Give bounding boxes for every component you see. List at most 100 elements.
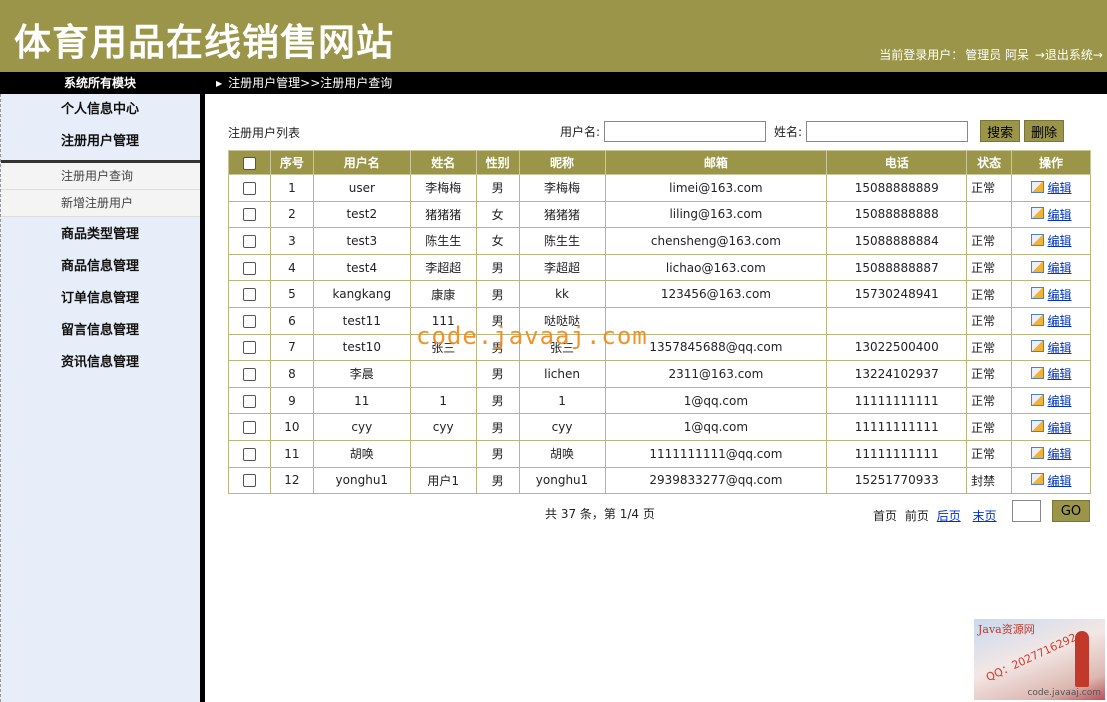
row-checkbox[interactable] [242,394,256,408]
edit-icon[interactable] [1030,207,1044,220]
row-select-cell[interactable] [228,439,271,468]
edit-link[interactable]: 编辑 [1048,367,1072,381]
edit-link[interactable]: 编辑 [1048,447,1072,461]
edit-icon[interactable] [1030,473,1044,486]
sidebar-item-user-management[interactable]: 注册用户管理 [1,126,200,158]
edit-link[interactable]: 编辑 [1048,288,1072,302]
edit-link[interactable]: 编辑 [1048,341,1072,355]
edit-icon[interactable] [1030,313,1044,326]
corner-watermark-title: Java资源网 [978,623,1035,636]
cell-name: 张三 [409,333,477,362]
pager-next-link[interactable]: 后页 [937,509,961,523]
edit-link[interactable]: 编辑 [1048,474,1072,488]
row-checkbox[interactable] [242,474,256,488]
row-select-cell[interactable] [228,360,271,388]
breadcrumb-text: 注册用户管理>>注册用户查询 [228,76,393,90]
edit-link[interactable]: 编辑 [1048,421,1072,435]
row-checkbox[interactable] [242,261,256,275]
cell-phone: 11111111111 [826,386,968,415]
table-row: 10 cyy cyy 男 cyy 1@qq.com 11111111111 正常 编辑 [228,413,1091,441]
row-select-cell[interactable] [228,413,271,441]
edit-icon[interactable] [1030,180,1044,193]
row-checkbox[interactable] [242,288,256,302]
cell-actions: 编辑 [1011,200,1091,229]
header-phone: 电话 [826,150,968,175]
sidebar-item-orders[interactable]: 订单信息管理 [1,283,200,315]
cell-gender: 男 [475,439,520,468]
username-label: 用户名: [560,124,601,139]
row-select-cell[interactable] [228,280,271,308]
sidebar-item-news[interactable]: 资讯信息管理 [1,347,200,379]
edit-icon[interactable] [1030,233,1044,246]
sidebar-subitem-add-user[interactable]: 新增注册用户 [1,190,200,217]
row-select-cell[interactable] [228,466,271,495]
cell-name [409,439,477,468]
sidebar-subitem-user-query[interactable]: 注册用户查询 [1,163,200,190]
cell-gender: 女 [475,227,520,255]
cell-phone: 15088888888 [826,200,968,229]
edit-link[interactable]: 编辑 [1048,314,1072,328]
table-row: 2 test2 猪猪猪女猪猪猪 liling@163.com 15088888888 编辑 [228,200,1091,229]
row-select-cell[interactable] [228,253,271,282]
name-search-input[interactable] [806,120,969,142]
row-checkbox[interactable] [242,447,256,461]
name-label: 姓名: [774,124,803,139]
row-select-cell[interactable] [228,200,271,229]
edit-icon[interactable] [1030,446,1044,459]
row-checkbox[interactable] [242,341,256,355]
cell-name: 1 [409,386,477,415]
edit-icon[interactable] [1030,340,1044,353]
row-select-cell[interactable] [228,333,271,362]
cell-name: 康康 [409,280,477,308]
row-checkbox[interactable] [242,181,256,195]
sidebar-item-messages[interactable]: 留言信息管理 [1,315,200,347]
cell-email: chensheng@163.com [604,227,828,255]
main-content: 注册用户列表 用户名: 姓名: 搜索 删除 序号 用户名 姓名 性别 昵称 邮箱… [205,94,1107,702]
row-select-cell[interactable] [228,227,271,255]
site-title: 体育用品在线销售网站 [14,21,394,64]
cell-gender: 女 [475,200,520,229]
username-search-input[interactable] [604,120,767,142]
edit-link[interactable]: 编辑 [1048,208,1072,222]
row-checkbox[interactable] [242,208,256,222]
cell-nickname: 哒哒哒 [518,306,606,335]
cell-nickname: 1 [518,386,606,415]
row-checkbox[interactable] [242,367,256,381]
edit-icon[interactable] [1030,393,1044,406]
sidebar-item-products[interactable]: 商品信息管理 [1,251,200,283]
sidebar-item-product-types[interactable]: 商品类型管理 [1,219,200,251]
page-number-input[interactable] [1012,500,1041,522]
edit-icon[interactable] [1030,260,1044,273]
cell-name: 陈生生 [409,227,477,255]
pager-last-link[interactable]: 末页 [973,509,997,523]
row-checkbox[interactable] [242,234,256,248]
search-button[interactable]: 搜索 [980,120,1021,142]
select-all-checkbox[interactable] [242,156,256,170]
go-button[interactable]: GO [1052,500,1090,522]
row-checkbox[interactable] [242,314,256,328]
edit-link[interactable]: 编辑 [1048,181,1072,195]
cell-email: 1357845688@qq.com [604,333,828,362]
row-select-cell[interactable] [228,386,271,415]
edit-icon[interactable] [1030,420,1044,433]
module-title: 系统所有模块 [63,76,136,90]
row-checkbox[interactable] [242,421,256,435]
cell-email: limei@163.com [604,174,828,202]
row-select-cell[interactable] [228,174,271,202]
cell-status [966,200,1013,229]
cell-username: 李晨 [312,360,411,388]
cell-username: kangkang [312,280,411,308]
delete-button[interactable]: 删除 [1024,120,1065,142]
edit-link[interactable]: 编辑 [1048,261,1072,275]
logout-link[interactable]: →退出系统→ [1035,48,1103,62]
row-select-cell[interactable] [228,306,271,335]
edit-icon[interactable] [1030,287,1044,300]
cell-phone: 15088888887 [826,253,968,282]
table-row: 7 test10 张三男张三 1357845688@qq.com 13022500400… [228,333,1091,362]
edit-link[interactable]: 编辑 [1048,234,1072,248]
edit-icon[interactable] [1030,366,1044,379]
sidebar-item-profile[interactable]: 个人信息中心 [1,94,200,126]
header-select-all[interactable] [228,150,271,175]
cell-email: 2939833277@qq.com [604,466,828,495]
edit-link[interactable]: 编辑 [1048,394,1072,408]
